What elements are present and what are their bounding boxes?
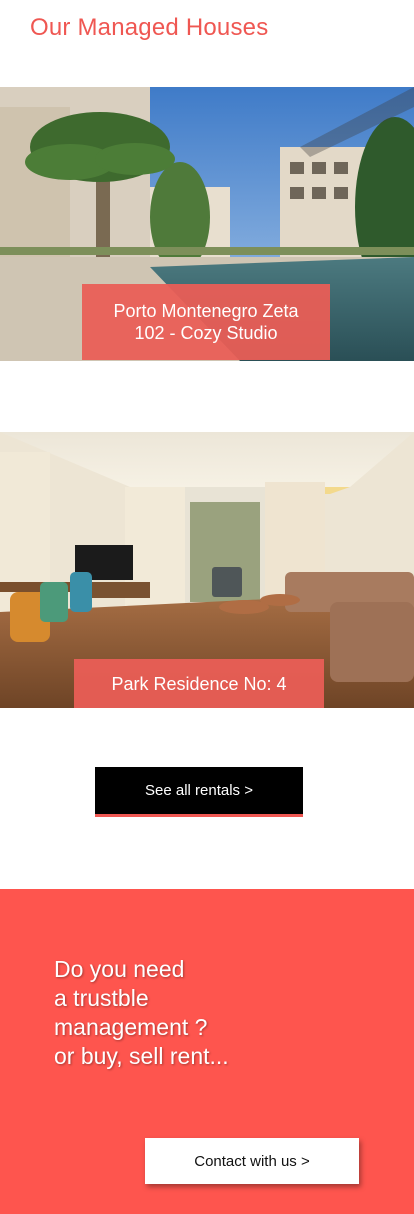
- cta-line: Do you need: [54, 956, 185, 982]
- listing-label[interactable]: Porto Montenegro Zeta 102 - Cozy Studio: [82, 284, 330, 360]
- cta-heading: Do you need a trustble management ? or b…: [54, 955, 229, 1071]
- see-all-rentals-button[interactable]: See all rentals >: [95, 767, 303, 817]
- cta-line: management ?: [54, 1014, 208, 1040]
- page-title: Our Managed Houses: [30, 14, 269, 41]
- listing-label-line: 102 - Cozy Studio: [134, 323, 278, 343]
- listing-label[interactable]: Park Residence No: 4: [74, 659, 324, 708]
- cta-line: or buy, sell rent...: [54, 1043, 229, 1069]
- cta-line: a trustble: [54, 985, 149, 1011]
- listing-label-line: Porto Montenegro Zeta: [113, 301, 299, 321]
- cta-section: Do you need a trustble management ? or b…: [0, 889, 414, 1214]
- listing-card-porto-montenegro[interactable]: Porto Montenegro Zeta 102 - Cozy Studio: [0, 87, 414, 361]
- listing-card-park-residence[interactable]: Park Residence No: 4: [0, 432, 414, 708]
- page: Our Managed Houses Porto Montenegro Zeta…: [0, 0, 414, 1214]
- contact-us-button[interactable]: Contact with us >: [145, 1138, 359, 1184]
